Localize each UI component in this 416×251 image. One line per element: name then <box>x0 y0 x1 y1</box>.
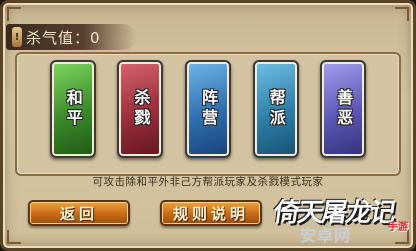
logo-subtitle: 手游 <box>388 222 408 233</box>
mode-card-kill[interactable]: 杀戮 <box>117 60 164 158</box>
site-watermark: 安卓网 <box>300 226 352 245</box>
rules-button[interactable]: 规则说明 <box>160 200 262 226</box>
mode-card-label: 杀戮 <box>131 89 151 129</box>
mode-card-faction[interactable]: 阵营 <box>184 60 231 158</box>
back-button[interactable]: 返回 <box>28 200 130 226</box>
frame-corner <box>7 230 21 244</box>
mode-card-label: 阵营 <box>198 89 218 129</box>
mode-card-guild[interactable]: 帮派 <box>252 60 299 158</box>
mode-card-panel: 和平 杀戮 阵营 帮派 善恶 <box>15 52 401 176</box>
kill-value-label: 杀气值：0 <box>26 28 101 47</box>
exclamation-icon: ! <box>12 27 22 47</box>
kill-value-header: ! 杀气值：0 <box>6 24 136 50</box>
mode-card-label: 善恶 <box>334 89 354 129</box>
mode-card-good-evil[interactable]: 善恶 <box>320 60 367 158</box>
frame-corner <box>395 7 409 21</box>
mode-card-peace[interactable]: 和平 <box>49 60 96 158</box>
mode-card-list: 和平 杀戮 阵营 帮派 善恶 <box>17 60 399 158</box>
mode-card-label: 和平 <box>63 89 83 129</box>
frame-corner <box>7 7 21 21</box>
mode-card-label: 帮派 <box>266 89 286 129</box>
